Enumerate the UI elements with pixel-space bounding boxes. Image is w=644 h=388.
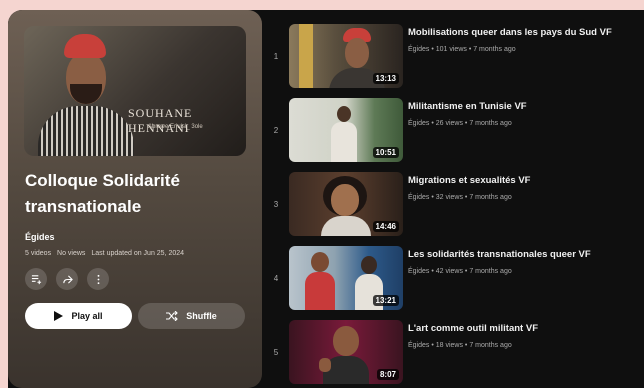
playlist-owner[interactable]: Égides	[25, 232, 55, 242]
video-list-item[interactable]: 1 13:13 Mobilisations queer dans les pay…	[268, 24, 644, 94]
video-title[interactable]: Migrations et sexualités VF	[408, 175, 644, 186]
shuffle-icon	[166, 311, 179, 321]
video-duration: 8:07	[376, 369, 399, 380]
more-vert-icon	[97, 274, 99, 284]
video-index: 3	[273, 200, 279, 209]
playlist-header-panel: SOUHANE HENNANI Abrowe Eriuisi_ 3ole Col…	[8, 10, 262, 388]
video-meta: Égides • 18 views • 7 months ago	[408, 342, 512, 349]
video-index: 2	[273, 126, 279, 135]
video-duration: 14:46	[372, 221, 399, 232]
video-title[interactable]: Militantisme en Tunisie VF	[408, 101, 644, 112]
video-title[interactable]: Les solidarités transnationales queer VF	[408, 249, 644, 260]
video-thumbnail[interactable]: 13:13	[289, 24, 403, 88]
video-thumbnail[interactable]: 8:07	[289, 320, 403, 384]
playlist-title: Colloque Solidarité transnationale	[25, 171, 180, 216]
play-icon	[54, 311, 64, 321]
thumbnail-figure-beard	[70, 84, 102, 104]
video-list-item[interactable]: 3 14:46 Migrations et sexualités VF Égid…	[268, 172, 644, 242]
video-duration: 13:13	[372, 73, 399, 84]
video-meta: Égides • 32 views • 7 months ago	[408, 194, 512, 201]
thumbnail-figure-shirt	[38, 106, 134, 156]
thumbnail-sub-overlay: Abrowe Eriuisi_ 3ole	[148, 124, 203, 130]
video-title[interactable]: Mobilisations queer dans les pays du Sud…	[408, 27, 644, 38]
video-index: 4	[273, 274, 279, 283]
thumbnail-name-overlay: SOUHANE HENNANI	[128, 106, 193, 135]
video-thumbnail[interactable]: 14:46	[289, 172, 403, 236]
add-to-queue-icon	[31, 274, 41, 284]
playlist-page: SOUHANE HENNANI Abrowe Eriuisi_ 3ole Col…	[8, 10, 644, 388]
video-list-item[interactable]: 5 8:07 L'art comme outil militant VF Égi…	[268, 320, 644, 388]
share-button[interactable]	[56, 268, 78, 290]
playlist-thumbnail[interactable]: SOUHANE HENNANI Abrowe Eriuisi_ 3ole	[24, 26, 246, 156]
view-count: No views	[57, 250, 86, 257]
video-title[interactable]: L'art comme outil militant VF	[408, 323, 644, 334]
video-list-item[interactable]: 4 13:21 Les solidarités transnationales …	[268, 246, 644, 316]
shuffle-button[interactable]: Shuffle	[138, 303, 245, 329]
video-list-item[interactable]: 2 10:51 Militantisme en Tunisie VF Égide…	[268, 98, 644, 168]
share-icon	[62, 274, 73, 284]
video-duration: 10:51	[372, 147, 399, 158]
video-thumbnail[interactable]: 10:51	[289, 98, 403, 162]
thumbnail-figure-cap	[64, 34, 106, 58]
video-index: 5	[273, 348, 279, 357]
play-all-button[interactable]: Play all	[25, 303, 132, 329]
video-count: 5 videos	[25, 250, 52, 257]
video-index: 1	[273, 52, 279, 61]
play-all-label: Play all	[71, 311, 103, 321]
video-meta: Égides • 26 views • 7 months ago	[408, 120, 512, 127]
video-thumbnail[interactable]: 13:21	[289, 246, 403, 310]
video-meta: Égides • 101 views • 7 months ago	[408, 46, 516, 53]
more-options-button[interactable]	[87, 268, 109, 290]
shuffle-label: Shuffle	[186, 311, 217, 321]
last-updated: Last updated on Jun 25, 2024	[91, 250, 185, 257]
video-meta: Égides • 42 views • 7 months ago	[408, 268, 512, 275]
save-button[interactable]	[25, 268, 47, 290]
playlist-stats: 5 videos No views Last updated on Jun 25…	[25, 250, 188, 257]
video-duration: 13:21	[372, 295, 399, 306]
